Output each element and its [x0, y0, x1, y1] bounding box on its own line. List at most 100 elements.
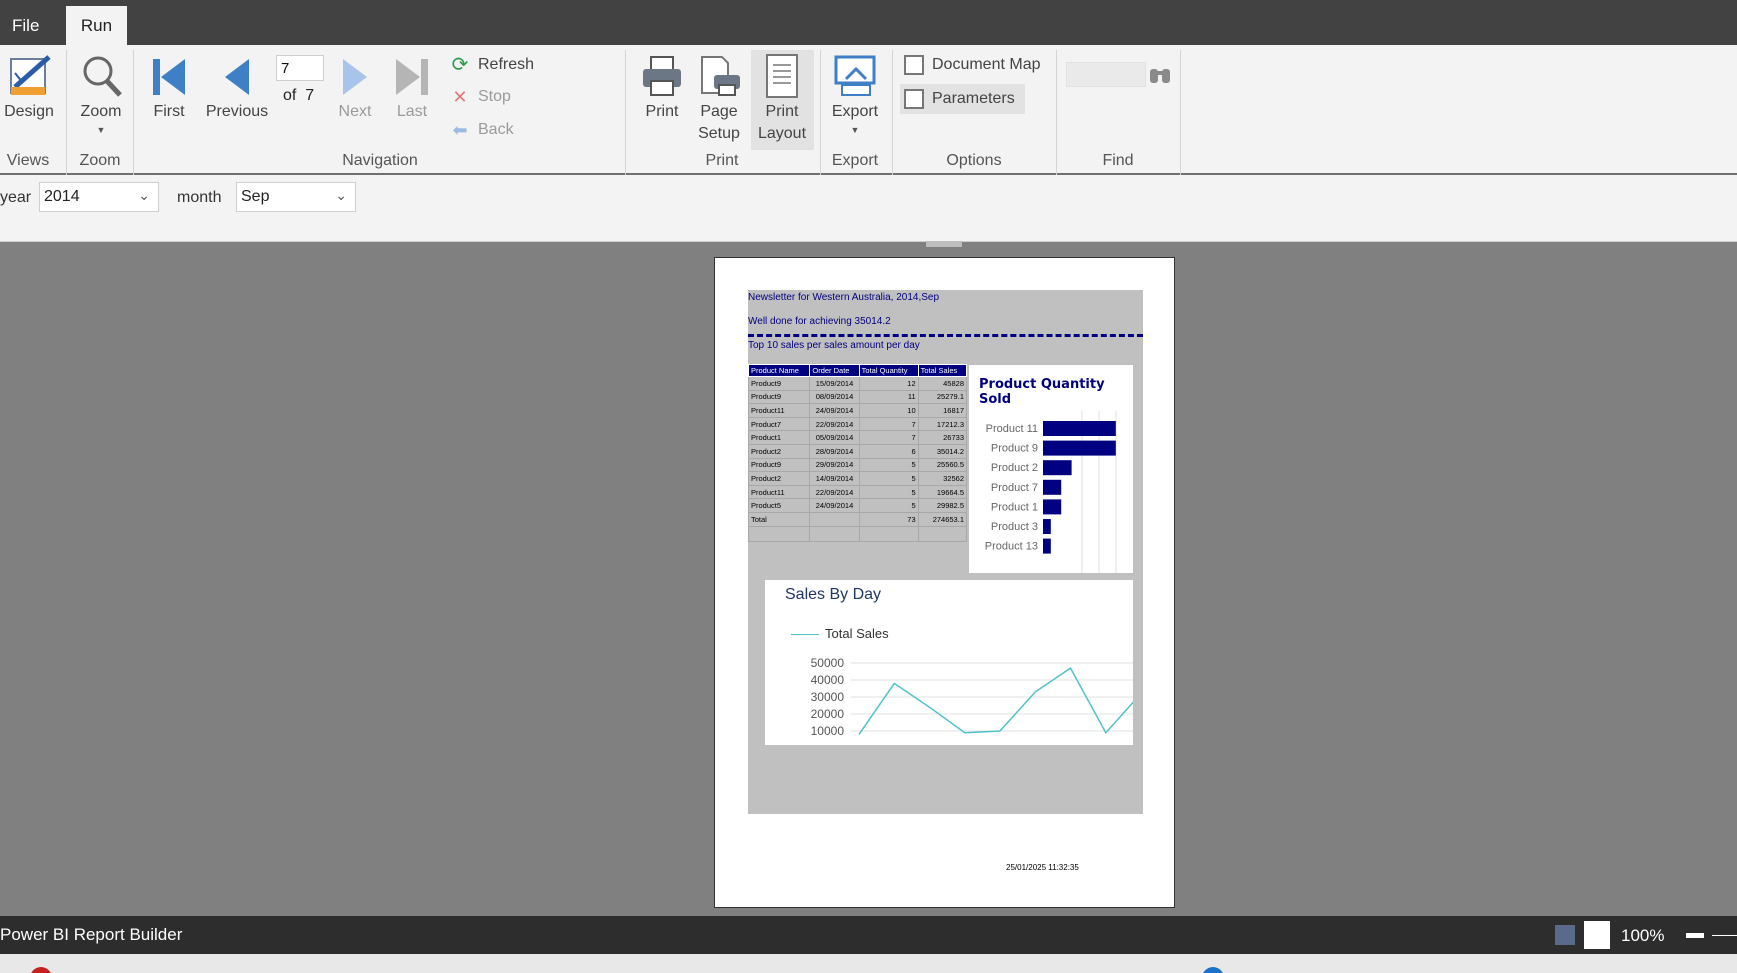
dashed-divider: [748, 334, 1143, 337]
refresh-button[interactable]: ⟳ Refresh: [450, 51, 534, 79]
first-page-button[interactable]: First: [146, 53, 192, 123]
stop-button[interactable]: ✕ Stop: [450, 83, 510, 111]
export-label: Export: [831, 103, 879, 120]
bar: [1043, 519, 1051, 534]
bar: [1043, 460, 1072, 476]
table-cell: [747, 525, 811, 542]
zoom-button[interactable]: Zoom ▼: [76, 53, 126, 137]
bar-category-label: Product 11: [986, 423, 1038, 435]
group-label-navigation: Navigation: [342, 152, 418, 169]
group-separator: [1056, 50, 1057, 175]
bar-category-label: Product 2: [991, 462, 1038, 474]
print-layout-button[interactable]: Print Layout: [753, 53, 811, 145]
back-arrow-icon: ⬅: [452, 119, 468, 140]
zoom-slider[interactable]: [1712, 935, 1737, 936]
table-cell: 7: [858, 416, 919, 432]
table-cell: 10: [858, 403, 919, 418]
print-label: Print: [645, 103, 679, 120]
table-cell: Product7: [747, 416, 811, 432]
parameters-label: Parameters: [932, 90, 1015, 107]
table-cell: 5: [858, 484, 919, 500]
line-series-total-sales: [858, 667, 1133, 735]
y-tick-label: 10000: [811, 724, 845, 738]
bar-category-label: Product 1: [991, 501, 1038, 513]
previous-page-button[interactable]: Previous: [204, 53, 270, 123]
export-button[interactable]: Export ▼: [827, 53, 883, 137]
binoculars-icon[interactable]: [1148, 63, 1172, 85]
bar: [1043, 440, 1116, 456]
dropdown-arrow-icon: ▼: [850, 125, 860, 135]
table-cell: 6: [858, 443, 919, 459]
month-dropdown[interactable]: Sep ⌄: [236, 182, 356, 212]
print-button[interactable]: Print: [638, 53, 686, 123]
bar-category-label: Product 9: [991, 443, 1038, 455]
sales-by-day-chart: Sales By Day Total Sales 50000 40000 30000…: [765, 580, 1133, 745]
table-cell: Product2: [747, 471, 811, 486]
group-label-views: Views: [6, 152, 50, 169]
zoom-label: Zoom: [80, 103, 122, 120]
parameter-pane-splitter[interactable]: [926, 241, 962, 247]
last-page-button[interactable]: Last: [392, 53, 432, 123]
table-cell: 08/09/2014: [809, 389, 860, 405]
next-page-icon: [343, 59, 367, 95]
back-button[interactable]: ⬅ Back: [450, 116, 513, 144]
table-row: Product2 28/09/2014 6 35014.2: [747, 443, 968, 459]
parameters-button[interactable]: Parameters: [904, 85, 1015, 113]
table-cell: 15/09/2014: [809, 376, 860, 391]
document-map-label: Document Map: [932, 56, 1041, 73]
taskbar-app-icon[interactable]: [30, 967, 52, 973]
page-setup-button[interactable]: Page Setup: [694, 53, 744, 145]
table-cell: Product1: [747, 430, 811, 445]
refresh-icon: ⟳: [451, 53, 469, 76]
report-body: Newsletter for Western Australia, 2014,S…: [747, 290, 1143, 814]
chevron-down-icon: ⌄: [138, 187, 150, 203]
bar-category-label: Product 3: [991, 521, 1038, 533]
table-row: Product9 29/09/2014 5 25560.5: [747, 457, 968, 473]
line-chart-plot: 50000 40000 30000 20000 10000: [811, 656, 1133, 738]
table-cell: Product11: [747, 403, 811, 418]
table-cell: 11: [858, 389, 919, 405]
current-page-input[interactable]: [276, 55, 324, 81]
report-heading: Newsletter for Western Australia, 2014,S…: [748, 292, 940, 303]
table-cell: [809, 525, 860, 542]
bar: [1043, 538, 1051, 554]
design-button[interactable]: Design: [2, 53, 56, 123]
table-cell: Product2: [747, 443, 811, 459]
parameters-icon: [904, 88, 924, 109]
table-cell: Product9: [747, 389, 811, 405]
last-label: Last: [396, 103, 428, 120]
year-dropdown[interactable]: 2014 ⌄: [39, 182, 159, 212]
report-page: Newsletter for Western Australia, 2014,S…: [714, 257, 1175, 908]
tab-file[interactable]: File: [0, 6, 51, 45]
taskbar-app-icon[interactable]: [1202, 967, 1224, 973]
table-row: Product11 22/09/2014 5 19664.5: [747, 484, 968, 500]
bar-category-label: Product 13: [985, 541, 1038, 553]
group-separator: [892, 50, 893, 175]
next-page-button[interactable]: Next: [334, 53, 376, 123]
table-cell: 5: [858, 471, 919, 486]
document-map-button[interactable]: Document Map: [904, 51, 1041, 79]
table-cell: Product9: [747, 376, 811, 391]
previous-page-icon: [225, 59, 249, 95]
report-subheading: Top 10 sales per sales amount per day: [748, 340, 920, 351]
table-row: Product11 24/09/2014 10 16817: [747, 403, 968, 418]
design-label: Design: [4, 103, 54, 120]
taskbar-strip: [0, 954, 1737, 973]
table-cell: Product9: [747, 457, 811, 473]
table-cell: 19664.5: [917, 484, 968, 500]
table-cell: 26733: [917, 430, 968, 445]
report-timestamp: 25/01/2025 11:32:35: [1006, 863, 1079, 872]
report-congrats: Well done for achieving 35014.2: [748, 316, 891, 327]
page-count-text: of 7: [283, 87, 314, 105]
tab-run[interactable]: Run: [66, 6, 127, 45]
report-view-icon[interactable]: [1555, 925, 1575, 945]
print-layout-view-icon[interactable]: [1584, 921, 1610, 949]
printer-icon: [643, 56, 681, 96]
find-input[interactable]: [1066, 62, 1146, 87]
page-count: 7: [305, 87, 315, 104]
page-setup-label-2: Setup: [698, 125, 740, 142]
zoom-out-icon[interactable]: [1686, 933, 1704, 938]
page-setup-label-1: Page: [700, 103, 738, 120]
table-cell: 05/09/2014: [809, 430, 860, 445]
table-cell: [809, 511, 860, 527]
